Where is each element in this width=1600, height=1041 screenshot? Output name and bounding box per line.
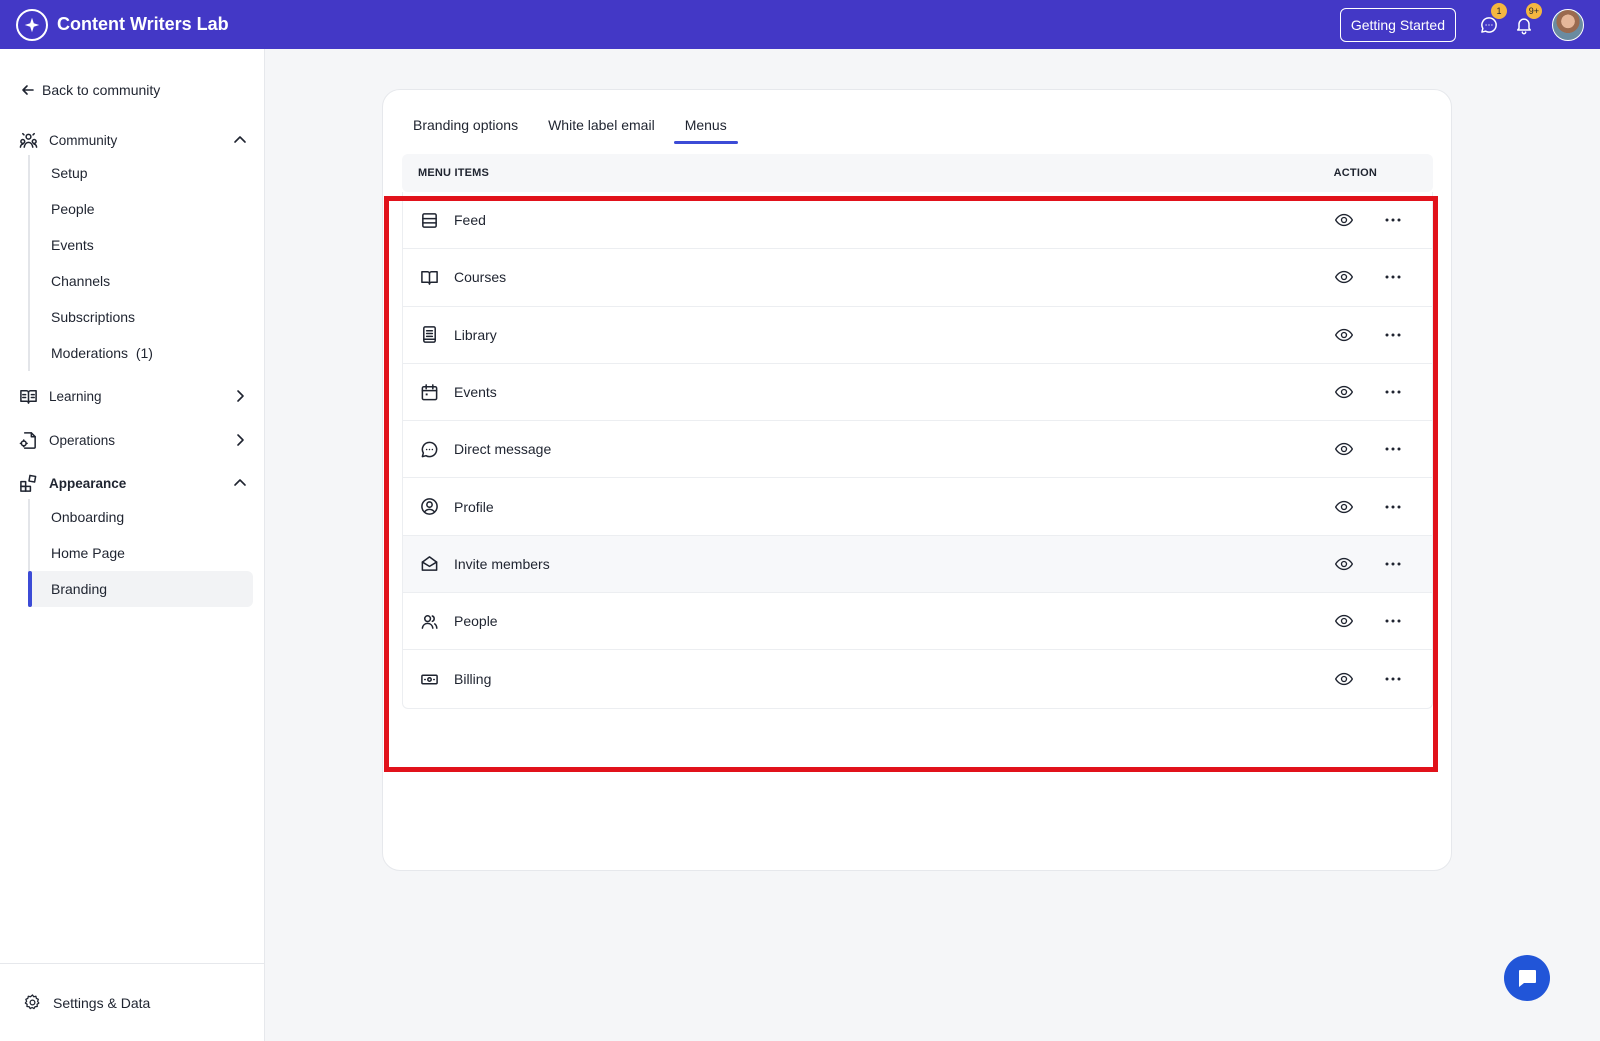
tab-branding-options[interactable]: Branding options [402, 115, 529, 144]
library-icon [419, 325, 439, 345]
chevron-right-icon [237, 434, 244, 446]
user-circle-icon [419, 497, 439, 517]
users-icon [419, 611, 439, 631]
envelope-open-icon [419, 554, 439, 574]
table-row[interactable]: Courses [403, 249, 1432, 307]
eye-icon[interactable] [1334, 267, 1354, 287]
menu-items-list: Feed Courses Library Events Direct messa… [402, 192, 1433, 709]
table-header: MENU ITEMS ACTION [402, 154, 1433, 192]
menu-item-label: Invite members [454, 555, 550, 572]
menu-item-label: Events [454, 384, 497, 401]
column-header-menu-items: MENU ITEMS [418, 167, 490, 179]
sidebar-item-moderations[interactable]: Moderations (1) [30, 335, 253, 371]
community-submenu: Setup People Events Channels Subscriptio… [28, 155, 253, 371]
sidebar-section-label: Operations [49, 432, 116, 448]
more-options-icon[interactable] [1384, 211, 1402, 229]
menu-item-label: Direct message [454, 441, 552, 458]
table-row[interactable]: Events [403, 364, 1432, 422]
table-row[interactable]: Direct message [403, 421, 1432, 479]
sidebar-item-branding[interactable]: Branding [28, 571, 253, 607]
sidebar-section-community[interactable]: Community [18, 128, 248, 152]
menu-item-label: Courses [454, 269, 507, 286]
notifications-badge: 9+ [1524, 1, 1543, 20]
sidebar-item-home-page[interactable]: Home Page [30, 535, 253, 571]
app-title[interactable]: Content Writers Lab [57, 14, 229, 35]
more-options-icon[interactable] [1384, 268, 1402, 286]
eye-icon[interactable] [1334, 382, 1354, 402]
sidebar-section-learning[interactable]: Learning [18, 384, 248, 408]
table-row[interactable]: Billing [403, 650, 1432, 707]
eye-icon[interactable] [1334, 497, 1354, 517]
sidebar-item-setup[interactable]: Setup [30, 155, 253, 191]
feed-icon [419, 210, 439, 230]
tab-menus[interactable]: Menus [673, 115, 738, 144]
top-bar: Content Writers Lab Getting Started 1 9+ [0, 0, 1600, 49]
settings-label: Settings & Data [53, 994, 151, 1011]
chat-icon [1519, 970, 1536, 987]
avatar[interactable] [1552, 8, 1584, 41]
table-row[interactable]: Library [403, 307, 1432, 364]
menu-item-label: Billing [454, 671, 492, 688]
menu-item-label: People [454, 613, 498, 630]
sidebar: Back to community Community Setup People… [0, 49, 265, 1041]
sidebar-section-label: Community [49, 132, 118, 148]
sidebar-item-onboarding[interactable]: Onboarding [30, 499, 253, 535]
more-options-icon[interactable] [1384, 383, 1402, 401]
more-options-icon[interactable] [1384, 555, 1402, 573]
eye-icon[interactable] [1334, 325, 1354, 345]
more-options-icon[interactable] [1384, 612, 1402, 630]
eye-icon[interactable] [1334, 611, 1354, 631]
menu-item-label: Profile [454, 498, 494, 515]
tab-white-label-email[interactable]: White label email [537, 115, 666, 144]
sidebar-section-label: Learning [49, 388, 102, 404]
book-open-icon [419, 267, 439, 287]
menu-item-label: Library [454, 326, 497, 343]
messages-badge: 1 [1490, 1, 1508, 20]
more-options-icon[interactable] [1384, 440, 1402, 458]
eye-icon[interactable] [1334, 554, 1354, 574]
back-label: Back to community [42, 82, 161, 98]
tab-bar: Branding options White label email Menus [402, 115, 746, 144]
table-row[interactable]: Feed [403, 192, 1432, 250]
banknote-icon [419, 669, 439, 689]
sidebar-item-channels[interactable]: Channels [30, 263, 253, 299]
chat-bubble-icon [419, 439, 439, 459]
community-icon [18, 130, 38, 150]
more-options-icon[interactable] [1384, 498, 1402, 516]
back-to-community-link[interactable]: Back to community [20, 82, 160, 98]
sidebar-item-subscriptions[interactable]: Subscriptions [30, 299, 253, 335]
appearance-submenu: Onboarding Home Page Branding [28, 499, 253, 607]
sidebar-item-people[interactable]: People [30, 191, 253, 227]
notifications-button[interactable]: 9+ [1513, 1, 1543, 36]
calendar-icon [419, 382, 439, 402]
appearance-icon [18, 473, 38, 493]
more-options-icon[interactable] [1384, 326, 1402, 344]
sidebar-section-label: Appearance [49, 475, 127, 491]
eye-icon[interactable] [1334, 439, 1354, 459]
sidebar-section-operations[interactable]: Operations [18, 428, 248, 452]
settings-and-data-link[interactable]: Settings & Data [0, 963, 264, 1041]
book-icon [18, 386, 38, 406]
operations-icon [18, 430, 38, 450]
table-row[interactable]: Invite members [403, 535, 1432, 594]
menus-card: Branding options White label email Menus… [382, 89, 1452, 871]
menu-item-label: Feed [454, 212, 486, 229]
table-row[interactable]: Profile [403, 478, 1432, 536]
sidebar-section-appearance[interactable]: Appearance [18, 471, 248, 495]
column-header-action: ACTION [1333, 167, 1377, 179]
gear-icon [24, 994, 40, 1010]
sidebar-item-events[interactable]: Events [30, 227, 253, 263]
more-options-icon[interactable] [1384, 670, 1402, 688]
logo-icon[interactable] [16, 8, 48, 41]
getting-started-button[interactable]: Getting Started [1339, 7, 1456, 42]
eye-icon[interactable] [1334, 210, 1354, 230]
chevron-right-icon [237, 390, 244, 402]
messages-button[interactable]: 1 [1478, 1, 1508, 36]
chevron-up-icon [234, 136, 246, 143]
eye-icon[interactable] [1334, 669, 1354, 689]
arrow-left-icon [22, 85, 34, 95]
chevron-up-icon [234, 479, 246, 486]
support-chat-button[interactable] [1504, 955, 1550, 1001]
table-row[interactable]: People [403, 593, 1432, 651]
